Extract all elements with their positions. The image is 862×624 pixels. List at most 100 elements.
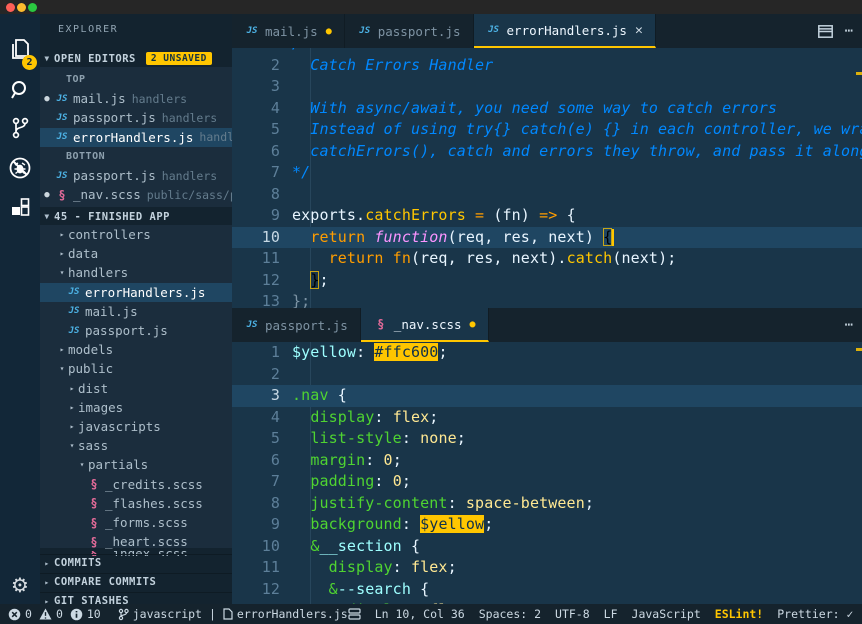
open-editor-item[interactable]: ● § _nav.scss public/sass/pa… [40, 185, 232, 204]
open-editor-item[interactable]: JS passport.js handlers [40, 108, 232, 127]
code-token: : [392, 558, 411, 576]
split-editor-icon[interactable] [817, 24, 833, 38]
statusbar-item-javascript[interactable]: JavaScript [632, 607, 701, 621]
twistie-icon: ▾ [59, 364, 65, 374]
tree-item-sass[interactable]: ▾ sass [40, 436, 232, 455]
statusbar-item-ln-10--col-36[interactable]: Ln 10, Col 36 [375, 607, 465, 621]
explorer-icon[interactable]: 2 [0, 32, 40, 70]
tab-passport-js[interactable]: JS passport.js [344, 14, 474, 48]
statusbar-item-spaces--2[interactable]: Spaces: 2 [479, 607, 541, 621]
tree-root-header[interactable]: ▼ 45 - FINISHED APP [40, 208, 232, 225]
sass-file-icon: § [90, 477, 98, 492]
zoom-window-button[interactable] [28, 3, 37, 12]
statusbar-item-utf-8[interactable]: UTF-8 [555, 607, 590, 621]
close-icon[interactable]: ✕ [635, 23, 643, 38]
tree-item--flashes-scss[interactable]: § _flashes.scss [40, 494, 232, 513]
tree-item-passport-js[interactable]: JS passport.js [40, 321, 232, 340]
extensions-icon[interactable] [0, 190, 40, 226]
js-file-icon: JS [56, 132, 68, 143]
tree-item-label: public [68, 361, 114, 377]
line-number: 3 [270, 77, 280, 95]
tree-item-controllers[interactable]: ▸ controllers [40, 225, 232, 244]
code-token: & [328, 579, 338, 598]
statusbar-text: | [208, 607, 216, 621]
more-actions-icon[interactable]: ⋯ [845, 317, 854, 333]
code-token: __section [319, 536, 402, 555]
tree-item--forms-scss[interactable]: § _forms.scss [40, 513, 232, 532]
tab-passport-js[interactable]: JS passport.js [232, 308, 361, 342]
tree-item-partials[interactable]: ▾ partials [40, 455, 232, 474]
code-token: ; [438, 343, 448, 361]
statusbar-info-icon[interactable]: 10 [70, 607, 101, 621]
code-line-6: 6 margin: 0; [232, 450, 862, 472]
tree-item--credits-scss[interactable]: § _credits.scss [40, 475, 232, 494]
tree-item-public[interactable]: ▾ public [40, 359, 232, 378]
statusbar-branch-icon[interactable]: javascript [118, 607, 202, 621]
close-window-button[interactable] [6, 3, 15, 12]
debug-icon[interactable] [0, 150, 40, 186]
tree-item-javascripts[interactable]: ▸ javascripts [40, 417, 232, 436]
tab-mail-js[interactable]: JS mail.js ● [232, 14, 345, 48]
code-token: { [328, 386, 347, 404]
tab-errorhandlers-js[interactable]: JS errorHandlers.js ✕ [473, 14, 656, 48]
section-header-commits[interactable]: ▸ COMMITS [40, 554, 232, 571]
tree-item-handlers[interactable]: ▾ handlers [40, 263, 232, 282]
search-icon[interactable] [0, 72, 40, 108]
code-token: list-style [310, 429, 402, 447]
tree-item-data[interactable]: ▸ data [40, 244, 232, 263]
tree-item--heart-scss[interactable]: § _heart.scss [40, 532, 232, 551]
tab--nav-scss[interactable]: § _nav.scss ● [360, 308, 489, 342]
line-number: 11 [261, 558, 280, 576]
statusbar-error-icon[interactable]: 0 [8, 607, 32, 621]
code-line-9: 9 exports.catchErrors = (fn) => { [232, 205, 862, 227]
open-editors-header[interactable]: ▼ OPEN EDITORS 2 UNSAVED [40, 50, 232, 67]
chevron-down-icon: ▼ [44, 212, 50, 221]
statusbar-item-prettier---[interactable]: Prettier: ✓ [777, 607, 853, 621]
open-editors-label: OPEN EDITORS [54, 52, 136, 65]
section-header-git-stashes[interactable]: ▸ GIT STASHES [40, 592, 232, 604]
code-token: : [447, 493, 466, 512]
tree-item-label: controllers [68, 227, 151, 242]
explorer-badge: 2 [22, 55, 37, 70]
statusbar-item-eslint-[interactable]: ESLint! [715, 607, 763, 621]
tree-item-images[interactable]: ▸ images [40, 398, 232, 417]
more-actions-icon[interactable]: ⋯ [845, 23, 854, 39]
line-number: 8 [270, 493, 280, 512]
js-file-icon: JS [359, 26, 371, 36]
statusbar-item-lf[interactable]: LF [604, 607, 618, 621]
tree-item-dist[interactable]: ▸ dist [40, 379, 232, 398]
explorer-sidebar: EXPLORER ▼ OPEN EDITORS 2 UNSAVED TOP ● JS… [40, 14, 232, 604]
tree-item-mail-js[interactable]: JS mail.js [40, 302, 232, 321]
code-line-7: 7 */ [232, 162, 862, 184]
code-token: #ffc600 [374, 343, 439, 361]
statusbar-item--[interactable]: | [209, 607, 216, 621]
open-editor-filename: passport.js [73, 110, 156, 126]
code-token: : [365, 450, 384, 469]
statusbar-file-icon[interactable]: errorHandlers.js [223, 607, 348, 621]
section-header-compare-commits[interactable]: ▸ COMPARE COMMITS [40, 573, 232, 590]
top-code-editor[interactable]: 1/*2 Catch Errors Handler34 With async/a… [232, 48, 862, 308]
statusbar-text: Prettier: ✓ [777, 607, 854, 621]
code-line-8: 8 [232, 184, 862, 206]
bottom-code-editor[interactable]: 1 $yellow: #ffc600; 2 3 .nav {4 display: fle… [232, 342, 862, 604]
settings-gear-icon[interactable]: ⚙ [0, 570, 40, 600]
statusbar-warning-icon[interactable]: 0 [39, 607, 63, 621]
source-control-icon[interactable] [0, 110, 40, 146]
open-editor-item[interactable]: ● JS mail.js handlers [40, 89, 232, 108]
open-editor-item[interactable]: JS errorHandlers.js handler… [40, 127, 232, 147]
code-token: ; [484, 515, 494, 533]
code-line-6: 6 catchErrors(), catch and errors they t… [232, 141, 862, 163]
tree-item-models[interactable]: ▸ models [40, 340, 232, 359]
code-token: display [328, 558, 393, 576]
code-token: }; [292, 292, 311, 308]
statusbar-server-icon[interactable] [348, 608, 361, 620]
tab-label: errorHandlers.js [506, 22, 627, 38]
open-editor-item[interactable]: JS passport.js handlers [40, 166, 232, 185]
tree-item-errorhandlers-js[interactable]: JS errorHandlers.js [40, 282, 232, 302]
sass-file-icon: § [90, 534, 98, 549]
minimize-window-button[interactable] [17, 3, 26, 12]
code-token: fn [392, 249, 411, 267]
line-number: 4 [270, 407, 280, 426]
